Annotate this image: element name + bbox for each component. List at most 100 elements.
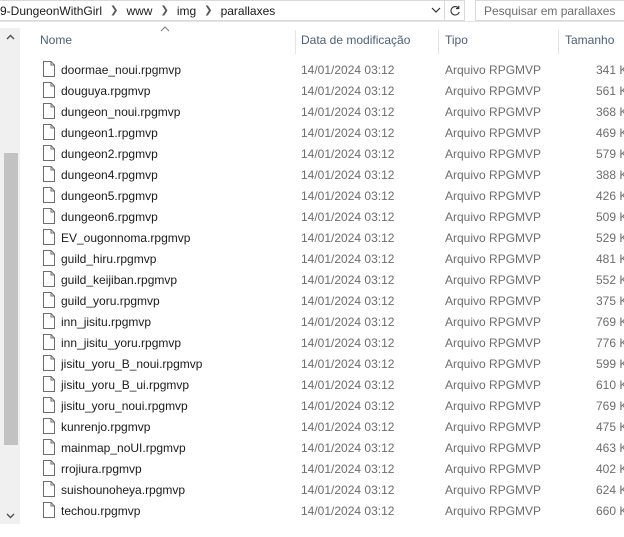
file-date: 14/01/2024 03:12 (301, 231, 395, 245)
file-size: 481 K (596, 252, 624, 266)
file-row[interactable]: dungeon_noui.rpgmvp 14/01/2024 03:12 Arqui… (20, 101, 624, 122)
file-type: Arquivo RPGMVP (445, 210, 542, 224)
address-history-dropdown-button[interactable] (428, 1, 444, 20)
file-icon (43, 145, 55, 161)
file-date: 14/01/2024 03:12 (301, 462, 395, 476)
file-size: 375 K (596, 294, 624, 308)
file-name: inn_jisitu.rpgmvp (61, 315, 152, 329)
file-size: 599 K (596, 357, 624, 371)
scroll-up-button[interactable] (0, 28, 20, 45)
file-icon (43, 460, 55, 476)
file-size: 469 K (596, 126, 624, 140)
column-divider[interactable] (295, 30, 296, 54)
file-icon (43, 439, 55, 455)
file-date: 14/01/2024 03:12 (301, 105, 395, 119)
file-row[interactable]: doormae_noui.rpgmvp 14/01/2024 03:12 Arqui… (20, 59, 624, 80)
file-icon (43, 292, 55, 308)
file-name: jisitu_yoru_B_ui.rpgmvp (61, 378, 190, 392)
chevron-down-icon (431, 7, 441, 13)
file-row[interactable]: mainmap_noUI.rpgmvp 14/01/2024 03:12 Arqui… (20, 437, 624, 458)
file-date: 14/01/2024 03:12 (301, 84, 395, 98)
file-name: dungeon5.rpgmvp (61, 189, 158, 203)
file-size: 529 K (596, 231, 624, 245)
file-row[interactable]: dungeon6.rpgmvp 14/01/2024 03:12 Arquivo R… (20, 206, 624, 227)
column-size-header[interactable]: Tamanho (565, 28, 614, 53)
breadcrumb-chevron-icon[interactable]: ❯ (155, 5, 173, 16)
scroll-down-button[interactable] (0, 507, 20, 524)
file-row[interactable]: EV_ougonnoma.rpgmvp 14/01/2024 03:12 Arqui… (20, 227, 624, 248)
file-type: Arquivo RPGMVP (445, 126, 542, 140)
file-row[interactable]: jisitu_yoru_noui.rpgmvp 14/01/2024 03:12 A… (20, 395, 624, 416)
file-icon (43, 250, 55, 266)
file-row[interactable]: guild_hiru.rpgmvp 14/01/2024 03:12 Arquivo… (20, 248, 624, 269)
file-size: 769 K (596, 399, 624, 413)
file-row[interactable]: jisitu_yoru_B_ui.rpgmvp 14/01/2024 03:12 A… (20, 374, 624, 395)
breadcrumb-item[interactable]: 9-DungeonWithGirl (0, 4, 105, 18)
file-row[interactable]: dungeon4.rpgmvp 14/01/2024 03:12 Arquivo R… (20, 164, 624, 185)
chevron-down-icon (6, 513, 14, 518)
file-icon (43, 208, 55, 224)
file-row[interactable]: inn_jisitu_yoru.rpgmvp 14/01/2024 03:12 Ar… (20, 332, 624, 353)
breadcrumb-chevron-icon[interactable]: ❯ (199, 5, 217, 16)
file-name: jisitu_yoru_B_noui.rpgmvp (61, 357, 203, 371)
breadcrumb-item[interactable]: img (174, 4, 199, 18)
file-row[interactable]: jisitu_yoru_B_noui.rpgmvp 14/01/2024 03:1… (20, 353, 624, 374)
file-row[interactable]: dungeon1.rpgmvp 14/01/2024 03:12 Arquivo R… (20, 122, 624, 143)
file-row[interactable]: douguya.rpgmvp 14/01/2024 03:12 Arquivo RP… (20, 80, 624, 101)
file-icon (43, 502, 55, 518)
file-type: Arquivo RPGMVP (445, 294, 542, 308)
file-size: 426 K (596, 189, 624, 203)
file-row[interactable]: dungeon5.rpgmvp 14/01/2024 03:12 Arquivo R… (20, 185, 624, 206)
file-name: dungeon2.rpgmvp (61, 147, 158, 161)
address-bar[interactable]: 9-DungeonWithGirl ❯ www ❯ img ❯ parallax… (0, 0, 445, 21)
file-size: 475 K (596, 420, 624, 434)
file-date: 14/01/2024 03:12 (301, 147, 395, 161)
file-row[interactable]: guild_yoru.rpgmvp 14/01/2024 03:12 Arquivo… (20, 290, 624, 311)
file-type: Arquivo RPGMVP (445, 441, 542, 455)
file-name: techou.rpgmvp (61, 504, 141, 518)
breadcrumb-item[interactable]: www (123, 4, 155, 18)
file-type: Arquivo RPGMVP (445, 462, 542, 476)
file-date: 14/01/2024 03:12 (301, 294, 395, 308)
file-name: douguya.rpgmvp (61, 84, 151, 98)
refresh-button[interactable] (445, 0, 465, 21)
file-date: 14/01/2024 03:12 (301, 441, 395, 455)
file-type: Arquivo RPGMVP (445, 231, 542, 245)
file-size: 610 K (596, 378, 624, 392)
search-input[interactable]: Pesquisar em parallaxes (475, 0, 624, 21)
file-row[interactable]: inn_jisitu.rpgmvp 14/01/2024 03:12 Arquivo… (20, 311, 624, 332)
file-size: 368 K (596, 105, 624, 119)
file-type: Arquivo RPGMVP (445, 483, 542, 497)
file-type: Arquivo RPGMVP (445, 273, 542, 287)
file-date: 14/01/2024 03:12 (301, 504, 395, 518)
file-size: 402 K (596, 462, 624, 476)
file-icon (43, 187, 55, 203)
refresh-icon (450, 5, 460, 15)
file-name: rrojiura.rpgmvp (61, 462, 142, 476)
file-size: 341 K (596, 63, 624, 77)
column-date-header[interactable]: Data de modificação (301, 28, 410, 53)
file-icon (43, 61, 55, 77)
file-type: Arquivo RPGMVP (445, 399, 542, 413)
file-row[interactable]: techou.rpgmvp 14/01/2024 03:12 Arquivo RPG… (20, 500, 624, 521)
file-date: 14/01/2024 03:12 (301, 483, 395, 497)
column-divider[interactable] (438, 30, 439, 54)
file-row[interactable]: guild_keijiban.rpgmvp 14/01/2024 03:12 Arq… (20, 269, 624, 290)
scrollbar-thumb[interactable] (4, 153, 18, 445)
file-row[interactable]: rrojiura.rpgmvp 14/01/2024 03:12 Arquivo R… (20, 458, 624, 479)
file-icon (43, 313, 55, 329)
column-name-header[interactable]: Nome (40, 28, 72, 53)
file-name: dungeon4.rpgmvp (61, 168, 158, 182)
column-divider[interactable] (558, 30, 559, 54)
file-icon (43, 271, 55, 287)
file-name: EV_ougonnoma.rpgmvp (61, 231, 191, 245)
column-type-header[interactable]: Tipo (445, 28, 468, 53)
breadcrumb-chevron-icon[interactable]: ❯ (105, 5, 123, 16)
breadcrumb-item[interactable]: parallaxes (218, 4, 279, 18)
file-row[interactable]: suishounoheya.rpgmvp 14/01/2024 03:12 Arqu… (20, 479, 624, 500)
file-row[interactable]: dungeon2.rpgmvp 14/01/2024 03:12 Arquivo R… (20, 143, 624, 164)
file-name: guild_hiru.rpgmvp (61, 252, 157, 266)
file-name: guild_keijiban.rpgmvp (61, 273, 178, 287)
file-row[interactable]: kunrenjo.rpgmvp 14/01/2024 03:12 Arquivo R… (20, 416, 624, 437)
vertical-scrollbar[interactable] (0, 28, 20, 524)
